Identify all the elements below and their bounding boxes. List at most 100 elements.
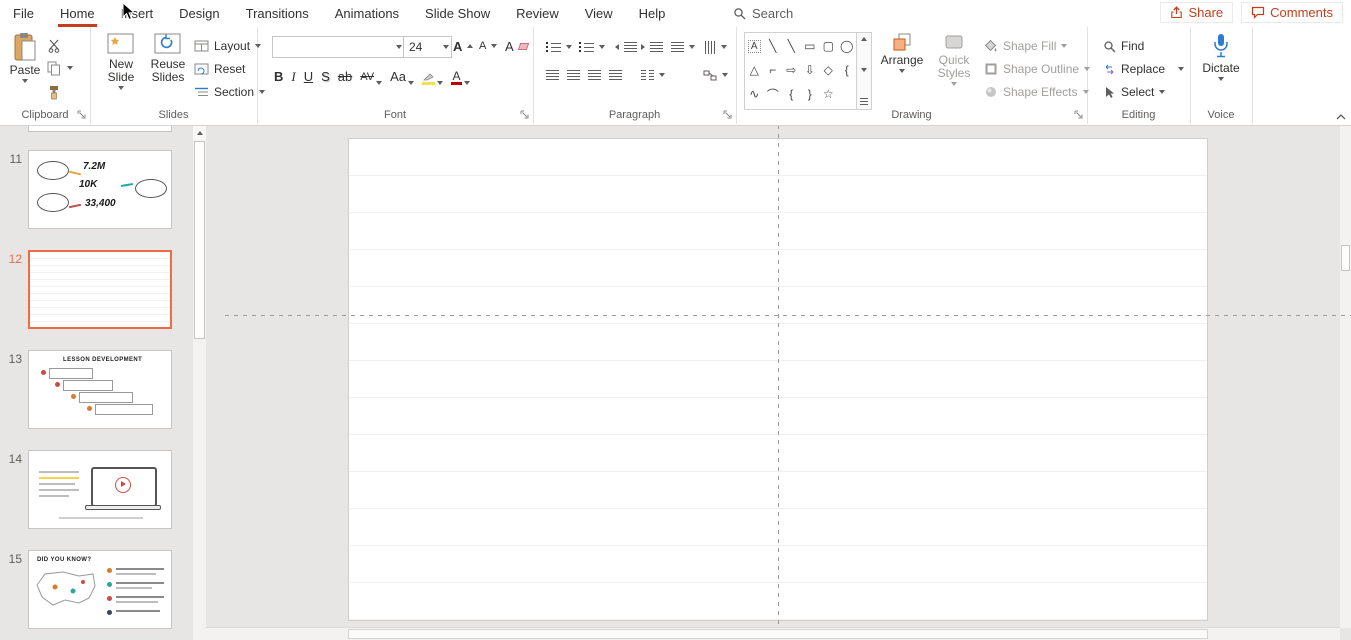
font-name-caret-icon[interactable] bbox=[396, 45, 402, 49]
font-dialog-launcher[interactable] bbox=[520, 110, 530, 120]
replace-caret-icon[interactable] bbox=[1178, 67, 1185, 71]
horizontal-scrollbar[interactable] bbox=[205, 627, 1340, 640]
columns-button[interactable] bbox=[641, 65, 665, 85]
horizontal-scrollbar-thumb[interactable] bbox=[348, 629, 1208, 639]
layout-button[interactable]: Layout bbox=[194, 36, 262, 56]
clipboard-dialog-launcher[interactable] bbox=[77, 110, 87, 120]
left-brace-shape-icon[interactable]: { bbox=[789, 87, 793, 101]
paste-button[interactable]: Paste bbox=[7, 32, 43, 83]
font-size-caret-icon[interactable] bbox=[443, 45, 449, 49]
text-highlight-button[interactable] bbox=[422, 63, 444, 85]
font-size-combo[interactable]: 24 bbox=[403, 36, 452, 58]
arrange-button[interactable]: Arrange bbox=[878, 32, 926, 73]
line-spacing-button[interactable] bbox=[671, 37, 695, 57]
strikethrough-button[interactable]: ab bbox=[338, 63, 352, 85]
arrow-line-shape-icon[interactable]: ╲ bbox=[788, 39, 795, 53]
vertical-scrollbar-thumb[interactable] bbox=[1341, 245, 1350, 271]
font-color-button[interactable]: A bbox=[451, 63, 471, 85]
decrease-indent-button[interactable] bbox=[615, 37, 637, 57]
increase-indent-button[interactable] bbox=[641, 37, 663, 57]
thumbnail-scrollbar-thumb[interactable] bbox=[194, 141, 205, 339]
tab-animations[interactable]: Animations bbox=[322, 0, 412, 27]
change-case-button[interactable]: Aa bbox=[390, 63, 415, 85]
thumbnail-scrollbar[interactable] bbox=[192, 125, 206, 640]
thumbnail-slide10-partial[interactable] bbox=[28, 125, 172, 132]
text-shadow-button[interactable]: S bbox=[321, 63, 330, 85]
shapes-scroll-down-icon[interactable] bbox=[861, 67, 867, 72]
comments-button[interactable]: Comments bbox=[1241, 2, 1343, 23]
tab-view[interactable]: View bbox=[572, 0, 626, 27]
share-button[interactable]: Share bbox=[1160, 2, 1234, 23]
underline-button[interactable]: U bbox=[304, 63, 313, 85]
reuse-slides-button[interactable]: Reuse Slides bbox=[145, 32, 191, 84]
find-button[interactable]: Find bbox=[1103, 36, 1144, 56]
section-button[interactable]: Section bbox=[194, 82, 266, 102]
align-center-button[interactable] bbox=[567, 65, 580, 85]
triangle-shape-icon[interactable]: △ bbox=[750, 63, 759, 77]
oval-shape-icon[interactable]: ◯ bbox=[840, 39, 853, 53]
tab-design[interactable]: Design bbox=[166, 0, 232, 27]
tab-home[interactable]: Home bbox=[47, 0, 108, 27]
shape-outline-button[interactable]: Shape Outline bbox=[984, 59, 1091, 79]
arc-shape-icon[interactable]: ⌒ bbox=[767, 86, 779, 103]
horizontal-guide-line[interactable] bbox=[225, 315, 1351, 316]
justify-button[interactable] bbox=[609, 65, 622, 85]
bold-button[interactable]: B bbox=[274, 63, 283, 85]
rectangle-shape-icon[interactable]: ▭ bbox=[804, 39, 815, 53]
replace-button[interactable]: Replace bbox=[1103, 59, 1185, 79]
new-slide-button[interactable]: New Slide bbox=[100, 32, 142, 90]
star-shape-icon[interactable]: ☆ bbox=[823, 87, 834, 101]
thumbnail-slide-13[interactable]: LESSON DEVELOPMENT bbox=[28, 350, 172, 429]
shape-effects-button[interactable]: Shape Effects bbox=[984, 82, 1089, 102]
font-name-combo[interactable] bbox=[272, 36, 405, 58]
smartart-button[interactable] bbox=[703, 65, 728, 85]
copy-button[interactable] bbox=[47, 58, 73, 78]
thumbnail-slide-14[interactable] bbox=[28, 450, 172, 529]
bullets-button[interactable] bbox=[546, 37, 572, 57]
search-box[interactable]: Search bbox=[733, 0, 793, 27]
dictate-caret-icon[interactable] bbox=[1218, 77, 1224, 81]
textbox-shape-icon[interactable]: A bbox=[747, 39, 761, 53]
paste-caret-icon[interactable] bbox=[22, 79, 28, 83]
right-arrow-shape-icon[interactable]: ⇨ bbox=[786, 63, 796, 77]
arrange-caret-icon[interactable] bbox=[899, 69, 905, 73]
vertical-scrollbar[interactable] bbox=[1339, 125, 1351, 628]
thumbnail-slide-15[interactable]: DID YOU KNOW? bbox=[28, 550, 172, 629]
paragraph-dialog-launcher[interactable] bbox=[723, 110, 733, 120]
numbering-button[interactable] bbox=[579, 37, 605, 57]
down-arrow-shape-icon[interactable]: ⇩ bbox=[805, 63, 815, 77]
drawing-dialog-launcher[interactable] bbox=[1074, 110, 1084, 120]
rounded-rect-shape-icon[interactable]: ▢ bbox=[823, 39, 834, 53]
cut-button[interactable] bbox=[47, 35, 62, 55]
copy-caret-icon[interactable] bbox=[67, 66, 73, 70]
shape-fill-button[interactable]: Shape Fill bbox=[984, 36, 1068, 56]
dictate-button[interactable]: Dictate bbox=[1198, 32, 1244, 81]
text-direction-button[interactable] bbox=[703, 37, 727, 57]
tab-file[interactable]: File bbox=[0, 0, 47, 27]
collapse-ribbon-button[interactable] bbox=[1335, 113, 1347, 121]
reset-button[interactable]: Reset bbox=[194, 59, 245, 79]
tab-review[interactable]: Review bbox=[503, 0, 572, 27]
line-shape-icon[interactable]: ╲ bbox=[769, 39, 776, 53]
vertical-guide-line[interactable] bbox=[778, 125, 779, 628]
tab-transitions[interactable]: Transitions bbox=[233, 0, 322, 27]
shapes-scroll-up-icon[interactable] bbox=[861, 37, 867, 41]
diamond-shape-icon[interactable]: ◇ bbox=[824, 63, 833, 77]
tab-help[interactable]: Help bbox=[626, 0, 679, 27]
shapes-more-icon[interactable] bbox=[860, 98, 868, 105]
brace-shape-icon[interactable]: { bbox=[845, 63, 849, 77]
clear-formatting-button[interactable]: A bbox=[505, 36, 529, 56]
align-left-button[interactable] bbox=[546, 65, 559, 85]
new-slide-caret-icon[interactable] bbox=[118, 86, 124, 90]
character-spacing-button[interactable]: AV bbox=[360, 63, 383, 85]
format-painter-button[interactable] bbox=[47, 82, 62, 102]
align-right-button[interactable] bbox=[588, 65, 601, 85]
thumbnail-slide-11[interactable]: 7.2M 10K 33,400 bbox=[28, 150, 172, 229]
curve-shape-icon[interactable]: ∿ bbox=[749, 87, 759, 101]
italic-button[interactable]: I bbox=[291, 63, 295, 85]
quick-styles-button[interactable]: Quick Styles bbox=[928, 32, 980, 86]
angle-shape-icon[interactable]: ⌐ bbox=[769, 63, 776, 77]
shrink-font-button[interactable]: A bbox=[479, 36, 498, 56]
tab-insert[interactable]: Insert bbox=[108, 0, 167, 27]
tab-slideshow[interactable]: Slide Show bbox=[412, 0, 503, 27]
